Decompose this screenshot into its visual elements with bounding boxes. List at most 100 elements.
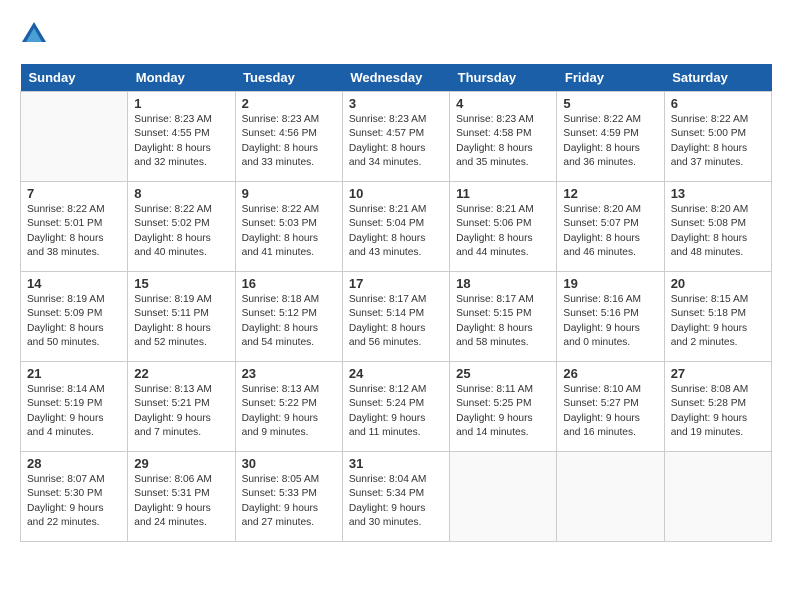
- calendar-cell: 31 Sunrise: 8:04 AM Sunset: 5:34 PM Dayli…: [342, 452, 449, 542]
- calendar-cell: 21 Sunrise: 8:14 AM Sunset: 5:19 PM Dayli…: [21, 362, 128, 452]
- calendar-cell: 29 Sunrise: 8:06 AM Sunset: 5:31 PM Dayli…: [128, 452, 235, 542]
- day-info: Sunrise: 8:16 AM Sunset: 5:16 PM Dayligh…: [563, 293, 657, 350]
- day-header: Monday: [128, 64, 235, 92]
- day-number: 12: [563, 186, 657, 201]
- day-number: 5: [563, 96, 657, 111]
- day-info: Sunrise: 8:10 AM Sunset: 5:27 PM Dayligh…: [563, 383, 657, 440]
- calendar-cell: 10Sunrise: 8:21 AM Sunset: 5:04 PM Dayli…: [342, 182, 449, 272]
- day-header: Sunday: [21, 64, 128, 92]
- day-number: 27: [671, 366, 765, 381]
- logo: [20, 20, 52, 48]
- calendar-cell: 2 Sunrise: 8:23 AM Sunset: 4:56 PM Daylig…: [235, 92, 342, 182]
- week-row: 21 Sunrise: 8:14 AM Sunset: 5:19 PM Dayli…: [21, 362, 772, 452]
- day-number: 24: [349, 366, 443, 381]
- calendar-cell: 20 Sunrise: 8:15 AM Sunset: 5:18 PM Dayli…: [664, 272, 771, 362]
- day-info: Sunrise: 8:20 AM Sunset: 5:07 PM Dayligh…: [563, 203, 657, 260]
- calendar-cell: 3Sunrise: 8:23 AM Sunset: 4:57 PM Daylig…: [342, 92, 449, 182]
- calendar-header-row: SundayMondayTuesdayWednesdayThursdayFrid…: [21, 64, 772, 92]
- week-row: 7 Sunrise: 8:22 AM Sunset: 5:01 PM Daylig…: [21, 182, 772, 272]
- day-info: Sunrise: 8:15 AM Sunset: 5:18 PM Dayligh…: [671, 293, 765, 350]
- day-info: Sunrise: 8:12 AM Sunset: 5:24 PM Dayligh…: [349, 383, 443, 440]
- day-info: Sunrise: 8:20 AM Sunset: 5:08 PM Dayligh…: [671, 203, 765, 260]
- calendar-cell: 28Sunrise: 8:07 AM Sunset: 5:30 PM Dayli…: [21, 452, 128, 542]
- day-info: Sunrise: 8:07 AM Sunset: 5:30 PM Dayligh…: [27, 473, 121, 530]
- day-info: Sunrise: 8:21 AM Sunset: 5:06 PM Dayligh…: [456, 203, 550, 260]
- calendar-cell: 18Sunrise: 8:17 AM Sunset: 5:15 PM Dayli…: [450, 272, 557, 362]
- calendar-cell: [557, 452, 664, 542]
- calendar-cell: [21, 92, 128, 182]
- day-info: Sunrise: 8:23 AM Sunset: 4:55 PM Dayligh…: [134, 113, 228, 170]
- day-number: 2: [242, 96, 336, 111]
- day-number: 26: [563, 366, 657, 381]
- day-number: 7: [27, 186, 121, 201]
- day-info: Sunrise: 8:19 AM Sunset: 5:11 PM Dayligh…: [134, 293, 228, 350]
- day-number: 14: [27, 276, 121, 291]
- calendar-cell: 17Sunrise: 8:17 AM Sunset: 5:14 PM Dayli…: [342, 272, 449, 362]
- day-number: 20: [671, 276, 765, 291]
- day-info: Sunrise: 8:13 AM Sunset: 5:21 PM Dayligh…: [134, 383, 228, 440]
- day-info: Sunrise: 8:23 AM Sunset: 4:56 PM Dayligh…: [242, 113, 336, 170]
- day-info: Sunrise: 8:22 AM Sunset: 5:01 PM Dayligh…: [27, 203, 121, 260]
- calendar-cell: 24 Sunrise: 8:12 AM Sunset: 5:24 PM Dayli…: [342, 362, 449, 452]
- calendar-table: SundayMondayTuesdayWednesdayThursdayFrid…: [20, 64, 772, 542]
- day-header: Thursday: [450, 64, 557, 92]
- calendar-cell: 13Sunrise: 8:20 AM Sunset: 5:08 PM Dayli…: [664, 182, 771, 272]
- day-info: Sunrise: 8:19 AM Sunset: 5:09 PM Dayligh…: [27, 293, 121, 350]
- calendar-cell: 23 Sunrise: 8:13 AM Sunset: 5:22 PM Dayli…: [235, 362, 342, 452]
- day-number: 31: [349, 456, 443, 471]
- day-info: Sunrise: 8:22 AM Sunset: 5:03 PM Dayligh…: [242, 203, 336, 260]
- calendar-cell: 14 Sunrise: 8:19 AM Sunset: 5:09 PM Dayli…: [21, 272, 128, 362]
- day-info: Sunrise: 8:13 AM Sunset: 5:22 PM Dayligh…: [242, 383, 336, 440]
- day-info: Sunrise: 8:17 AM Sunset: 5:14 PM Dayligh…: [349, 293, 443, 350]
- calendar-cell: 4 Sunrise: 8:23 AM Sunset: 4:58 PM Daylig…: [450, 92, 557, 182]
- calendar-cell: 7 Sunrise: 8:22 AM Sunset: 5:01 PM Daylig…: [21, 182, 128, 272]
- calendar-cell: 5 Sunrise: 8:22 AM Sunset: 4:59 PM Daylig…: [557, 92, 664, 182]
- calendar-cell: 8 Sunrise: 8:22 AM Sunset: 5:02 PM Daylig…: [128, 182, 235, 272]
- calendar-cell: 12 Sunrise: 8:20 AM Sunset: 5:07 PM Dayli…: [557, 182, 664, 272]
- calendar-cell: 1Sunrise: 8:23 AM Sunset: 4:55 PM Daylig…: [128, 92, 235, 182]
- day-number: 8: [134, 186, 228, 201]
- week-row: 28Sunrise: 8:07 AM Sunset: 5:30 PM Dayli…: [21, 452, 772, 542]
- day-header: Wednesday: [342, 64, 449, 92]
- day-number: 9: [242, 186, 336, 201]
- day-number: 21: [27, 366, 121, 381]
- day-info: Sunrise: 8:04 AM Sunset: 5:34 PM Dayligh…: [349, 473, 443, 530]
- calendar-cell: 27 Sunrise: 8:08 AM Sunset: 5:28 PM Dayli…: [664, 362, 771, 452]
- calendar-cell: 6Sunrise: 8:22 AM Sunset: 5:00 PM Daylig…: [664, 92, 771, 182]
- day-info: Sunrise: 8:18 AM Sunset: 5:12 PM Dayligh…: [242, 293, 336, 350]
- day-info: Sunrise: 8:08 AM Sunset: 5:28 PM Dayligh…: [671, 383, 765, 440]
- day-number: 10: [349, 186, 443, 201]
- day-info: Sunrise: 8:14 AM Sunset: 5:19 PM Dayligh…: [27, 383, 121, 440]
- calendar-cell: 19 Sunrise: 8:16 AM Sunset: 5:16 PM Dayli…: [557, 272, 664, 362]
- week-row: 1Sunrise: 8:23 AM Sunset: 4:55 PM Daylig…: [21, 92, 772, 182]
- day-info: Sunrise: 8:05 AM Sunset: 5:33 PM Dayligh…: [242, 473, 336, 530]
- calendar-cell: 30 Sunrise: 8:05 AM Sunset: 5:33 PM Dayli…: [235, 452, 342, 542]
- day-header: Friday: [557, 64, 664, 92]
- calendar-cell: 26 Sunrise: 8:10 AM Sunset: 5:27 PM Dayli…: [557, 362, 664, 452]
- day-info: Sunrise: 8:22 AM Sunset: 5:02 PM Dayligh…: [134, 203, 228, 260]
- day-number: 16: [242, 276, 336, 291]
- day-number: 19: [563, 276, 657, 291]
- day-info: Sunrise: 8:23 AM Sunset: 4:58 PM Dayligh…: [456, 113, 550, 170]
- day-info: Sunrise: 8:06 AM Sunset: 5:31 PM Dayligh…: [134, 473, 228, 530]
- day-info: Sunrise: 8:22 AM Sunset: 5:00 PM Dayligh…: [671, 113, 765, 170]
- page-header: [20, 20, 772, 48]
- calendar-cell: 22Sunrise: 8:13 AM Sunset: 5:21 PM Dayli…: [128, 362, 235, 452]
- day-number: 23: [242, 366, 336, 381]
- day-number: 11: [456, 186, 550, 201]
- calendar-cell: 11 Sunrise: 8:21 AM Sunset: 5:06 PM Dayli…: [450, 182, 557, 272]
- calendar-cell: [664, 452, 771, 542]
- calendar-cell: [450, 452, 557, 542]
- day-number: 29: [134, 456, 228, 471]
- day-number: 30: [242, 456, 336, 471]
- day-number: 25: [456, 366, 550, 381]
- day-info: Sunrise: 8:11 AM Sunset: 5:25 PM Dayligh…: [456, 383, 550, 440]
- calendar-cell: 9 Sunrise: 8:22 AM Sunset: 5:03 PM Daylig…: [235, 182, 342, 272]
- day-info: Sunrise: 8:23 AM Sunset: 4:57 PM Dayligh…: [349, 113, 443, 170]
- day-number: 4: [456, 96, 550, 111]
- day-info: Sunrise: 8:22 AM Sunset: 4:59 PM Dayligh…: [563, 113, 657, 170]
- day-header: Tuesday: [235, 64, 342, 92]
- calendar-cell: 25 Sunrise: 8:11 AM Sunset: 5:25 PM Dayli…: [450, 362, 557, 452]
- logo-icon: [20, 20, 48, 48]
- calendar-cell: 16 Sunrise: 8:18 AM Sunset: 5:12 PM Dayli…: [235, 272, 342, 362]
